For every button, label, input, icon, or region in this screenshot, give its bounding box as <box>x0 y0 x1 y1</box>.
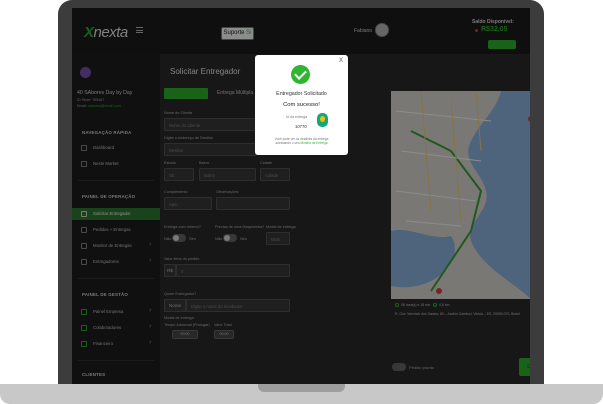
delivery-id-label: Id da entrega <box>286 115 308 119</box>
delivery-id: 10770 <box>295 124 307 129</box>
success-modal: X Entregador Solicitado Com sucesso! Id … <box>255 55 348 155</box>
lightbulb-icon <box>317 113 328 127</box>
monitor-link[interactable]: Monitor de Entrega <box>300 141 327 145</box>
modal-subtitle: Com sucesso! <box>283 102 320 108</box>
laptop-notch <box>258 384 345 392</box>
app-screen: Xnexta Suporte Si Fabiano Saldo Disponív… <box>72 8 530 384</box>
modal-title: Entregador Solicitado <box>276 91 327 97</box>
check-icon <box>291 65 310 84</box>
close-icon[interactable]: X <box>339 58 343 64</box>
modal-footer: Você pode ver os detalhes da entrega aces… <box>274 137 329 146</box>
